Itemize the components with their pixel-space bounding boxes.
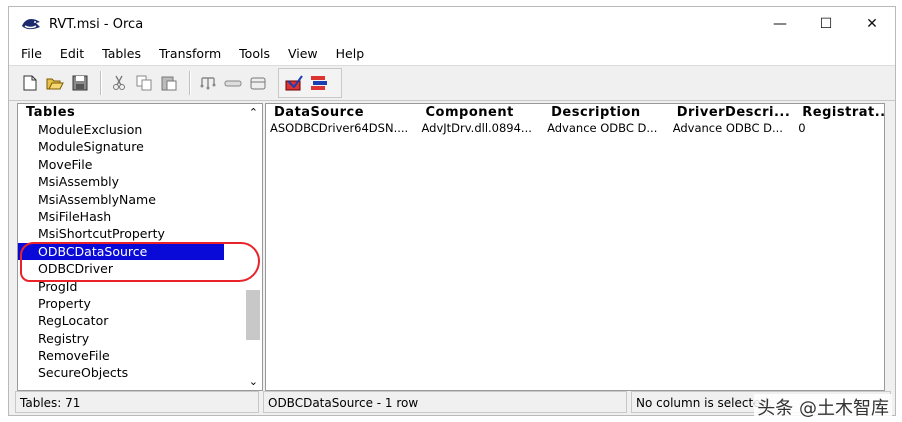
table-icon[interactable] (249, 74, 267, 92)
menu-tools[interactable]: Tools (237, 45, 272, 62)
table-grid: DataSource Component Description DriverD… (265, 103, 885, 391)
column-header-component[interactable]: Component (418, 104, 544, 121)
table-row[interactable]: ASODBCDriver64DSN.... AdvJtDrv.dll.0894.… (266, 121, 884, 135)
tree-icon[interactable] (199, 74, 217, 92)
menu-help[interactable]: Help (334, 45, 367, 62)
cut-icon[interactable] (110, 74, 128, 92)
open-icon[interactable] (46, 74, 64, 92)
menu-view[interactable]: View (286, 45, 320, 62)
orca-window: RVT.msi - Orca — ☐ ✕ File Edit Tables Tr… (8, 6, 896, 416)
menu-transform[interactable]: Transform (157, 45, 223, 62)
validate-icon[interactable] (285, 74, 303, 92)
table-item[interactable]: MoveFile (18, 156, 224, 173)
status-table-info: ODBCDataSource - 1 row (263, 391, 627, 413)
table-item[interactable]: SecureObjects (18, 364, 224, 381)
window-title: RVT.msi - Orca (49, 16, 144, 32)
save-icon[interactable] (71, 74, 89, 92)
grid-cell[interactable]: Advance ODBC D... (669, 121, 795, 135)
copy-icon[interactable] (135, 74, 153, 92)
table-item[interactable]: ModuleExclusion (18, 121, 224, 138)
paste-icon[interactable] (160, 74, 178, 92)
validation-toolbar-group (278, 68, 342, 98)
menu-file[interactable]: File (19, 45, 44, 62)
table-item[interactable]: MsiShortcutProperty (18, 225, 224, 242)
scrollbar-thumb[interactable] (246, 290, 260, 340)
annotation-highlight (20, 242, 260, 282)
table-item[interactable]: MsiAssembly (18, 173, 224, 190)
title-bar[interactable]: RVT.msi - Orca — ☐ ✕ (9, 7, 895, 41)
grid-cell[interactable]: AdvJtDrv.dll.0894... (418, 121, 544, 135)
menu-edit[interactable]: Edit (58, 45, 86, 62)
orca-app-icon (22, 18, 40, 30)
tables-panel: Tables ⌃ ModuleExclusion ModuleSignature… (17, 103, 263, 391)
scroll-down-icon[interactable]: ⌄ (249, 375, 258, 388)
close-button[interactable]: ✕ (849, 7, 895, 41)
table-item[interactable]: RemoveFile (18, 347, 224, 364)
table-item[interactable]: ModuleSignature (18, 138, 224, 155)
column-header-registration[interactable]: Registrat... (794, 104, 884, 121)
transform-icon[interactable] (310, 74, 328, 92)
grid-header: DataSource Component Description DriverD… (266, 104, 884, 121)
maximize-button[interactable]: ☐ (803, 7, 849, 41)
new-icon[interactable] (21, 74, 39, 92)
menu-tables[interactable]: Tables (100, 45, 143, 62)
toolbar-separator (100, 71, 102, 95)
grid-cell[interactable]: 0 (794, 121, 884, 135)
watermark-text: 头条 @土木智库 (754, 394, 892, 420)
column-header-datasource[interactable]: DataSource (266, 104, 418, 121)
column-header-driver-description[interactable]: DriverDescri... (669, 104, 795, 121)
table-item[interactable]: MsiFileHash (18, 208, 224, 225)
table-item[interactable]: Property (18, 295, 224, 312)
column-header-description[interactable]: Description (543, 104, 669, 121)
scroll-up-icon[interactable]: ⌃ (249, 106, 258, 119)
toolbar (9, 65, 895, 101)
table-item[interactable]: RegLocator (18, 312, 224, 329)
link-icon[interactable] (224, 74, 242, 92)
status-tables-count: Tables: 71 (15, 391, 259, 413)
menu-bar: File Edit Tables Transform Tools View He… (9, 41, 895, 65)
toolbar-separator (189, 71, 191, 95)
table-item[interactable]: MsiAssemblyName (18, 191, 224, 208)
grid-cell[interactable]: Advance ODBC D... (543, 121, 669, 135)
tables-panel-header: Tables (26, 105, 76, 120)
grid-cell[interactable]: ASODBCDriver64DSN.... (266, 121, 418, 135)
minimize-button[interactable]: — (757, 7, 803, 41)
table-item[interactable]: Registry (18, 330, 224, 347)
